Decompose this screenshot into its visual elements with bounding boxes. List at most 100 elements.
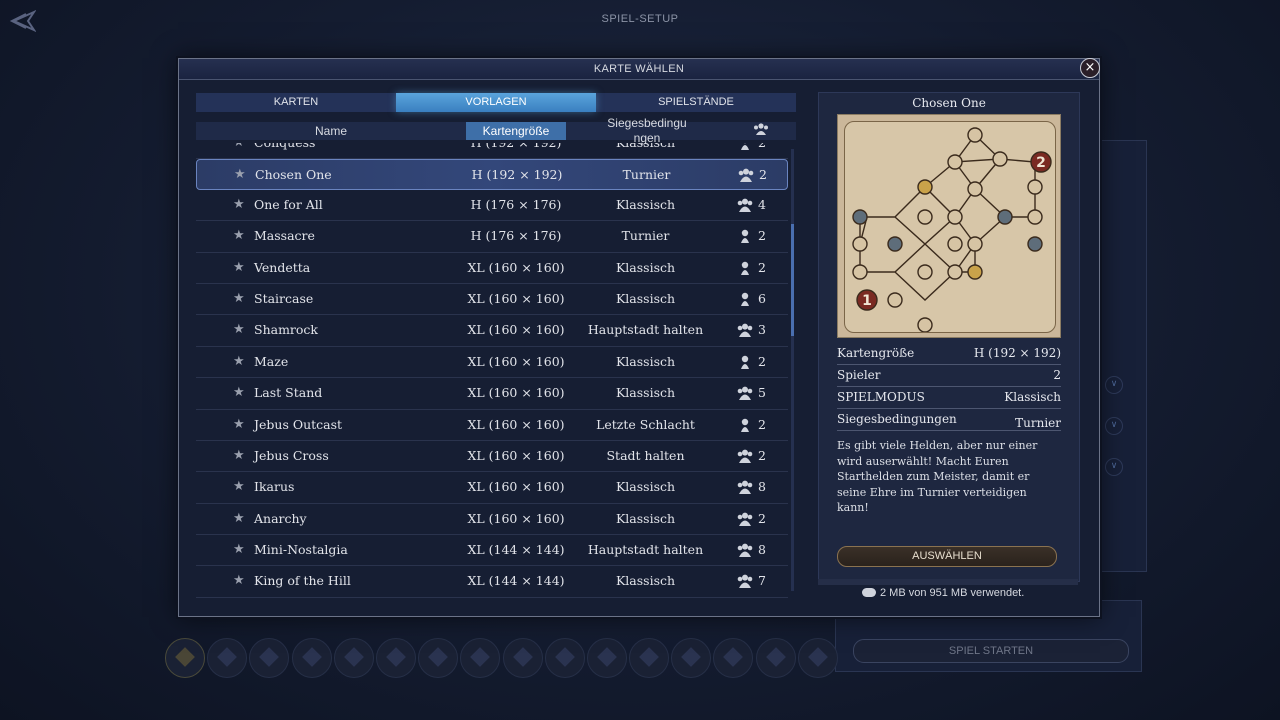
player-icon: [737, 355, 753, 369]
map-name: Last Stand: [254, 385, 323, 401]
hero-slot[interactable]: [797, 638, 838, 678]
hero-slot[interactable]: [207, 638, 248, 678]
map-preview: 1 2: [837, 114, 1061, 338]
favorite-star-icon[interactable]: ★: [234, 167, 246, 182]
player2-marker: 2: [1036, 155, 1046, 171]
cloud-icon: [862, 588, 876, 597]
map-row[interactable]: ★ Mini-Nostalgia XL (144 × 144) Hauptstadt …: [196, 535, 788, 567]
list-scrollbar[interactable]: [791, 149, 794, 591]
map-size: XL (160 × 160): [467, 479, 565, 495]
map-name: Ikarus: [254, 479, 295, 495]
map-details-panel: Chosen One 1 2 Kartengröße H (192 × 192)…: [818, 92, 1080, 582]
favorite-star-icon[interactable]: ★: [233, 322, 245, 337]
hero-slot[interactable]: [291, 638, 332, 678]
group-icon: [754, 123, 768, 135]
map-name: One for All: [254, 196, 323, 212]
hero-slot[interactable]: [671, 638, 712, 678]
favorite-star-icon[interactable]: ★: [233, 511, 245, 526]
hero-slot[interactable]: [249, 638, 290, 678]
player-count: 4: [758, 196, 766, 212]
map-list[interactable]: ★ Conquess H (192 × 192) Klassisch 2 ★ Chosen …: [196, 143, 788, 599]
map-row[interactable]: ★ King of the Hill XL (144 × 144) Klassisch…: [196, 566, 788, 598]
stat-key: Spieler: [837, 368, 881, 382]
map-description: Es gibt viele Helden, aber nur einer wir…: [837, 439, 1038, 514]
map-title: Chosen One: [912, 96, 986, 110]
scrollbar-thumb[interactable]: [791, 224, 794, 336]
map-size: H (176 × 176): [470, 228, 562, 244]
hero-slot[interactable]: [333, 638, 374, 678]
favorite-star-icon[interactable]: ★: [233, 573, 245, 588]
hero-slot[interactable]: [460, 638, 501, 678]
map-size: XL (160 × 160): [467, 353, 565, 369]
favorite-star-icon[interactable]: ★: [233, 417, 245, 432]
map-row[interactable]: ★ Massacre H (176 × 176) Turnier 2: [196, 221, 788, 253]
victory-condition: Klassisch: [615, 353, 676, 369]
map-row[interactable]: ★ Vendetta XL (160 × 160) Klassisch 2: [196, 253, 788, 284]
stat-row: Kartengröße H (192 × 192): [837, 343, 1061, 365]
map-row[interactable]: ★ Staircase XL (160 × 160) Klassisch 6: [196, 284, 788, 316]
stat-key: Siegesbedingungen: [837, 412, 957, 426]
hero-slot[interactable]: [502, 638, 543, 678]
column-name[interactable]: Name: [196, 122, 466, 140]
screen-title: SPIEL-SETUP: [601, 13, 679, 25]
hero-slot[interactable]: [629, 638, 670, 678]
hero-slot[interactable]: [713, 638, 754, 678]
favorite-star-icon[interactable]: ★: [233, 260, 245, 275]
chevron-down-icon[interactable]: ∨: [1105, 458, 1123, 476]
column-players[interactable]: [751, 122, 771, 140]
map-row[interactable]: ★ Chosen One H (192 × 192) Turnier 2: [196, 159, 788, 190]
hero-slot[interactable]: [755, 638, 796, 678]
favorite-star-icon[interactable]: ★: [233, 354, 245, 369]
team-icon: [737, 574, 753, 589]
map-row[interactable]: ★ One for All H (176 × 176) Klassisch 4: [196, 190, 788, 222]
map-row[interactable]: ★ Ikarus XL (160 × 160) Klassisch 8: [196, 472, 788, 504]
favorite-star-icon[interactable]: ★: [233, 228, 245, 243]
chevron-down-icon[interactable]: ∨: [1105, 417, 1123, 435]
tab-vorlagen[interactable]: VORLAGEN: [396, 93, 596, 112]
hero-slot[interactable]: [544, 638, 585, 678]
favorite-star-icon[interactable]: ★: [233, 385, 245, 400]
victory-condition: Klassisch: [615, 259, 676, 275]
victory-condition: Letzte Schlacht: [596, 416, 695, 432]
column-victory-condition[interactable]: Siegesbedingu ngen: [596, 116, 698, 146]
map-row[interactable]: ★ Conquess H (192 × 192) Klassisch 2: [196, 143, 788, 160]
map-row[interactable]: ★ Jebus Cross XL (160 × 160) Stadt halten 2: [196, 441, 788, 473]
stat-row: Spieler 2: [837, 365, 1061, 387]
player-icon: [737, 261, 753, 275]
hero-slot[interactable]: [375, 638, 416, 678]
map-row[interactable]: ★ Anarchy XL (160 × 160) Klassisch 2: [196, 504, 788, 536]
column-size[interactable]: Kartengröße: [466, 122, 566, 140]
map-size: H (176 × 176): [470, 196, 562, 212]
tab-bar: KARTEN VORLAGEN SPIELSTÄNDE: [196, 93, 796, 112]
map-row[interactable]: ★ Last Stand XL (160 × 160) Klassisch 5: [196, 378, 788, 410]
map-row[interactable]: ★ Shamrock XL (160 × 160) Hauptstadt halten…: [196, 315, 788, 347]
favorite-star-icon[interactable]: ★: [233, 143, 245, 150]
close-icon[interactable]: ×: [1080, 58, 1100, 78]
column-headers: Name Kartengröße Siegesbedingu ngen: [196, 116, 796, 145]
favorite-star-icon[interactable]: ★: [233, 448, 245, 463]
player-count: 2: [758, 143, 766, 150]
hero-slot[interactable]: [586, 638, 627, 678]
chevron-down-icon[interactable]: ∨: [1105, 376, 1123, 394]
map-size: H (192 × 192): [466, 143, 566, 150]
favorite-star-icon[interactable]: ★: [233, 291, 245, 306]
map-size: XL (144 × 144): [467, 542, 565, 558]
favorite-star-icon[interactable]: ★: [233, 197, 245, 212]
victory-condition: Klassisch: [615, 573, 676, 589]
storage-info: 2 MB von 951 MB verwendet.: [862, 587, 1024, 599]
tab-spielstaende[interactable]: SPIELSTÄNDE: [596, 93, 796, 112]
hero-slot[interactable]: [165, 638, 205, 678]
select-button[interactable]: AUSWÄHLEN: [837, 546, 1057, 567]
start-game-button[interactable]: SPIEL STARTEN: [853, 639, 1129, 663]
map-size: XL (160 × 160): [467, 385, 565, 401]
map-row[interactable]: ★ Jebus Outcast XL (160 × 160) Letzte Schla…: [196, 410, 788, 441]
map-size: XL (144 × 144): [467, 573, 565, 589]
favorite-star-icon[interactable]: ★: [233, 542, 245, 557]
favorite-star-icon[interactable]: ★: [233, 479, 245, 494]
map-name: King of the Hill: [254, 573, 351, 589]
divider: [818, 579, 1078, 585]
tab-karten[interactable]: KARTEN: [196, 93, 396, 112]
victory-condition: Turnier: [622, 167, 671, 183]
hero-slot[interactable]: [418, 638, 459, 678]
map-row[interactable]: ★ Maze XL (160 × 160) Klassisch 2: [196, 347, 788, 379]
